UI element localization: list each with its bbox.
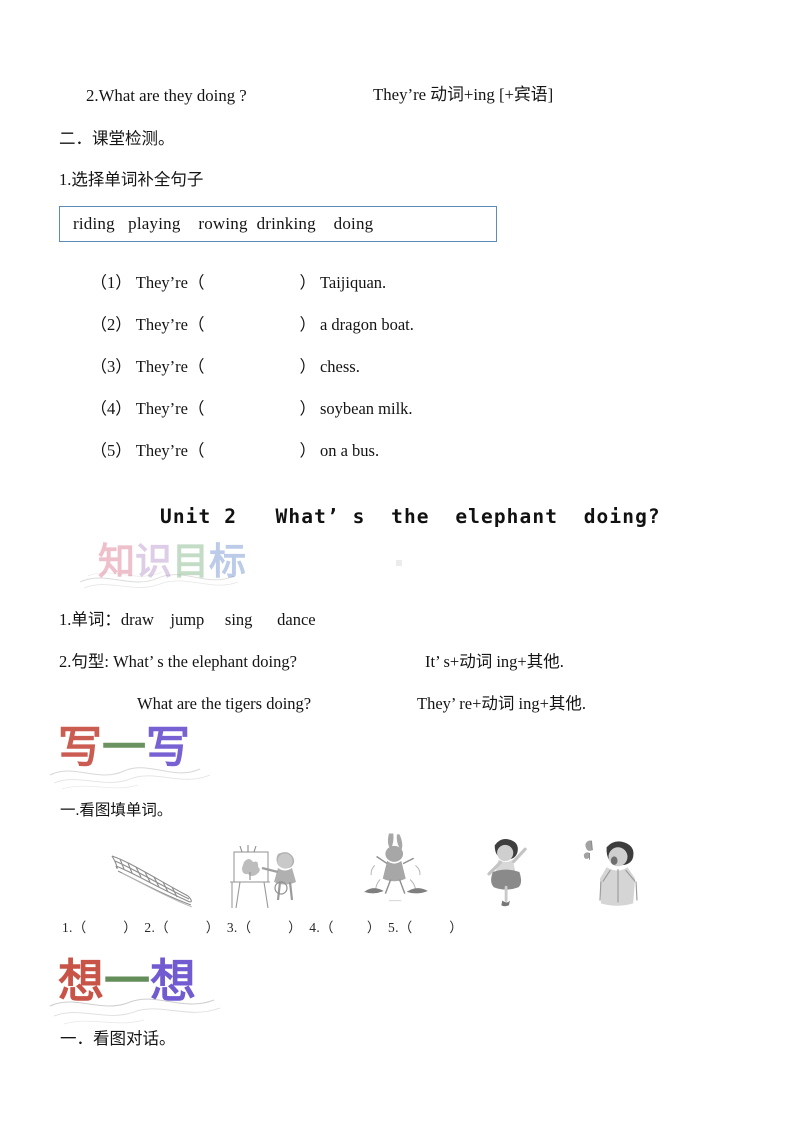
item-stem: They’re（ [135, 440, 205, 460]
sentence-pattern-2-left: What are the tigers doing? [137, 694, 312, 713]
item-stem: They’re（ [135, 356, 205, 376]
deco-char: 想 [58, 954, 104, 1008]
worksheet-page: 2.What are they doing ? They’re 动词+ing [… [0, 0, 800, 1132]
rabbit-jumping-icon [348, 830, 444, 906]
deco-char: 一 [104, 954, 150, 1008]
deco-char: 识 [135, 540, 172, 583]
deco-char: 一 [102, 722, 146, 773]
item-close-paren: ） [299, 440, 316, 460]
think-section-decoration: 想一想 [58, 958, 196, 1004]
child-drawing-easel-icon [218, 838, 314, 914]
rowing-boat-icon [104, 840, 200, 916]
item-tail: a dragon boat. [319, 314, 414, 334]
item-tail: Taijiquan. [319, 272, 387, 292]
deco-char: 写 [58, 722, 102, 773]
item-close-paren: ） [299, 398, 316, 418]
deco-char: 知 [98, 540, 135, 583]
vocabulary-line: 1.单词：draw jump sing dance [59, 610, 316, 629]
question-2-answer: They’re 动词+ing [+宾语] [373, 85, 554, 104]
deco-char: 想 [150, 954, 196, 1008]
item-tail: chess. [319, 356, 360, 376]
write-section-decoration: 写一写 [58, 726, 190, 770]
item-stem: They’re（ [135, 272, 205, 292]
unit-title: Unit 2 What’ s the elephant doing? [160, 505, 661, 528]
list-item: （5） They’re（ ） on a bus. [74, 426, 380, 476]
girl-dancing-icon [460, 834, 556, 910]
item-number: （5） [90, 440, 132, 460]
question-2-stem: 2.What are they doing ? [86, 86, 247, 105]
item-number: （4） [90, 398, 132, 418]
item-close-paren: ） [299, 356, 316, 376]
deco-char: 目 [172, 540, 209, 583]
item-close-paren: ） [299, 272, 316, 292]
knowledge-objectives-decoration: 知识目标 [98, 543, 246, 580]
item-number: （3） [90, 356, 132, 376]
picture-answer-blanks: 1.（ ） 2.（ ） 3.（ ） 4.（ ） 5.（ ） [62, 920, 464, 935]
item-tail: soybean milk. [319, 398, 413, 418]
exercise-1-title: 1.选择单词补全句子 [59, 170, 204, 189]
item-tail: on a bus. [319, 440, 380, 460]
think-task-title: 一．看图对话。 [60, 1029, 176, 1048]
sentence-pattern-1-left: 2.句型: What’ s the elephant doing? [59, 652, 297, 671]
sentence-pattern-1-right: It’ s+动词 ing+其他. [425, 652, 564, 671]
deco-char: 写 [146, 722, 190, 773]
deco-char: 标 [209, 540, 246, 583]
item-number: （2） [90, 314, 132, 334]
sentence-pattern-2-right: They’ re+动词 ing+其他. [417, 694, 587, 713]
item-number: （1） [90, 272, 132, 292]
write-task-title: 一.看图填单词。 [60, 802, 173, 819]
word-bank-words: riding playing rowing drinking doing [73, 214, 374, 233]
item-close-paren: ） [299, 314, 316, 334]
item-stem: They’re（ [135, 314, 205, 334]
boy-singing-icon [570, 834, 666, 910]
faint-artifact-mark [396, 560, 402, 566]
item-stem: They’re（ [135, 398, 205, 418]
heading-classroom-test: 二．课堂检测。 [59, 129, 175, 148]
